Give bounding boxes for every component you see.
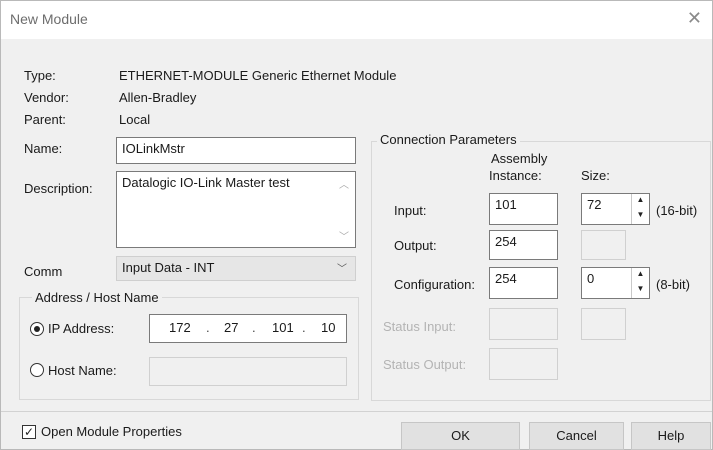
parent-label: Parent: <box>24 112 66 127</box>
input-instance-field[interactable]: 101 <box>489 193 558 225</box>
comm-select[interactable]: Input Data - INT ﹀ <box>116 256 356 281</box>
ip-dot: . <box>206 320 210 335</box>
input-instance-value: 101 <box>495 197 517 212</box>
ip-address-label: IP Address: <box>48 321 115 336</box>
comm-label: Comm <box>24 264 63 279</box>
instance-header: Instance: <box>489 168 542 183</box>
config-size-value: 0 <box>587 271 595 286</box>
config-size-field[interactable]: 0 ▲ ▼ <box>581 267 650 299</box>
input-size-spinner[interactable]: ▲ ▼ <box>631 194 649 224</box>
spin-down-icon[interactable]: ▼ <box>632 283 649 298</box>
config-instance-value: 254 <box>495 271 517 286</box>
output-instance-value: 254 <box>495 234 517 249</box>
open-module-properties-label: Open Module Properties <box>41 424 182 439</box>
name-label: Name: <box>24 141 63 156</box>
help-button[interactable]: Help <box>631 422 711 450</box>
footer-divider <box>1 411 712 412</box>
window-title: New Module <box>10 11 88 27</box>
output-instance-field[interactable]: 254 <box>489 230 558 260</box>
title-bar: New Module ✕ <box>1 1 712 39</box>
config-unit: (8-bit) <box>656 277 690 292</box>
ip-dot: . <box>252 320 256 335</box>
chevron-down-icon: ﹀ <box>337 264 347 275</box>
vendor-label: Vendor: <box>24 90 69 105</box>
input-label: Input: <box>394 203 427 218</box>
configuration-label: Configuration: <box>394 277 475 292</box>
spin-up-icon[interactable]: ▲ <box>632 194 649 209</box>
new-module-dialog: New Module ✕ Type: ETHERNET-MODULE Gener… <box>0 0 713 450</box>
vendor-value: Allen-Bradley <box>119 90 197 105</box>
cancel-button[interactable]: Cancel <box>529 422 624 450</box>
config-size-spinner[interactable]: ▲ ▼ <box>631 268 649 298</box>
comm-select-value: Input Data - INT <box>122 260 215 275</box>
output-label: Output: <box>394 238 437 253</box>
ip-address-radio[interactable] <box>30 322 44 336</box>
description-field[interactable]: Datalogic IO-Link Master test ︿ ﹀ <box>116 171 356 248</box>
output-size-field[interactable] <box>581 230 626 260</box>
host-name-label: Host Name: <box>48 363 117 378</box>
open-module-properties-checkbox[interactable]: ✓ <box>22 425 36 439</box>
ip-octet-4: 10 <box>321 320 336 335</box>
assembly-header: Assembly <box>491 151 548 166</box>
ip-octet-1: 172 <box>169 320 191 335</box>
ip-octet-3: 101 <box>272 320 294 335</box>
host-name-radio[interactable] <box>30 363 44 377</box>
input-size-field[interactable]: 72 ▲ ▼ <box>581 193 650 225</box>
scroll-down-icon[interactable]: ﹀ <box>339 228 349 243</box>
close-icon[interactable]: ✕ <box>687 8 702 29</box>
name-field[interactable]: IOLinkMstr <box>116 137 356 164</box>
config-instance-field[interactable]: 254 <box>489 267 558 299</box>
description-label: Description: <box>24 181 93 196</box>
ip-octet-2: 27 <box>224 320 239 335</box>
ok-button[interactable]: OK <box>401 422 520 450</box>
type-label: Type: <box>24 68 56 83</box>
size-header: Size: <box>581 168 610 183</box>
host-name-field[interactable] <box>149 357 347 386</box>
status-output-field[interactable] <box>489 348 558 380</box>
spin-down-icon[interactable]: ▼ <box>632 209 649 224</box>
input-size-value: 72 <box>587 197 602 212</box>
status-output-label: Status Output: <box>383 357 467 372</box>
parent-value: Local <box>119 112 151 127</box>
address-group-title: Address / Host Name <box>32 290 162 305</box>
status-input-size-field[interactable] <box>581 308 626 340</box>
scroll-up-icon[interactable]: ︿ <box>339 176 349 191</box>
status-input-label: Status Input: <box>383 319 456 334</box>
connection-parameters-title: Connection Parameters <box>377 132 520 147</box>
name-field-value: IOLinkMstr <box>122 141 185 156</box>
ip-address-field[interactable]: 172 . 27 . 101 . 10 <box>149 314 347 343</box>
spin-up-icon[interactable]: ▲ <box>632 268 649 283</box>
status-input-field[interactable] <box>489 308 558 340</box>
description-field-value: Datalogic IO-Link Master test <box>122 175 290 190</box>
input-unit: (16-bit) <box>656 203 698 218</box>
ip-dot: . <box>302 320 306 335</box>
type-value: ETHERNET-MODULE Generic Ethernet Module <box>119 68 397 83</box>
